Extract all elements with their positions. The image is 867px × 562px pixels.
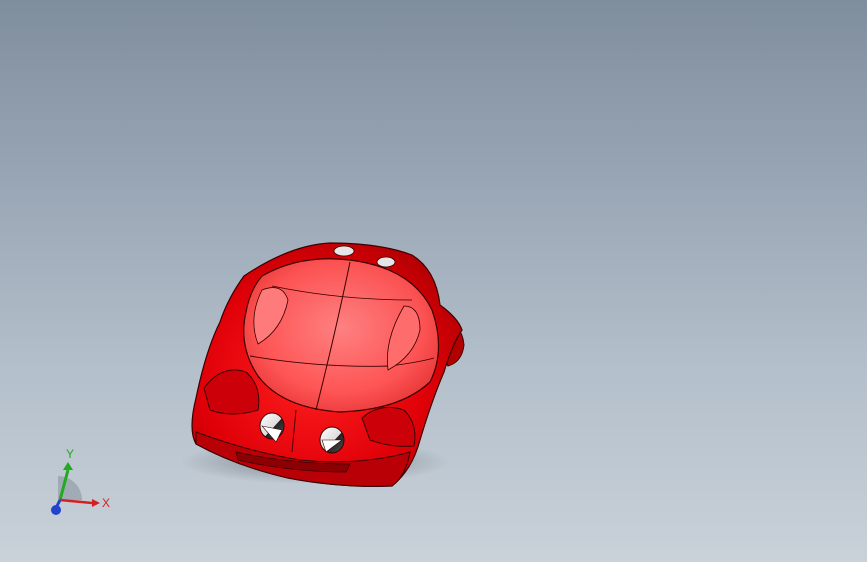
triad-x-arrow: [92, 499, 100, 507]
rear-vent-left: [333, 245, 355, 257]
triad-y-label: Y: [66, 447, 74, 461]
reference-triad: Y X: [51, 447, 110, 515]
triad-y-arrow: [63, 462, 73, 470]
triad-z-arrow: [51, 505, 61, 515]
graphics-viewport[interactable]: Y X: [0, 0, 867, 562]
triad-x-label: X: [102, 496, 110, 510]
car-model[interactable]: [0, 0, 867, 562]
headlamp-right: [319, 426, 345, 454]
triad-x-axis: [59, 498, 93, 505]
rear-vent-right: [376, 256, 396, 268]
